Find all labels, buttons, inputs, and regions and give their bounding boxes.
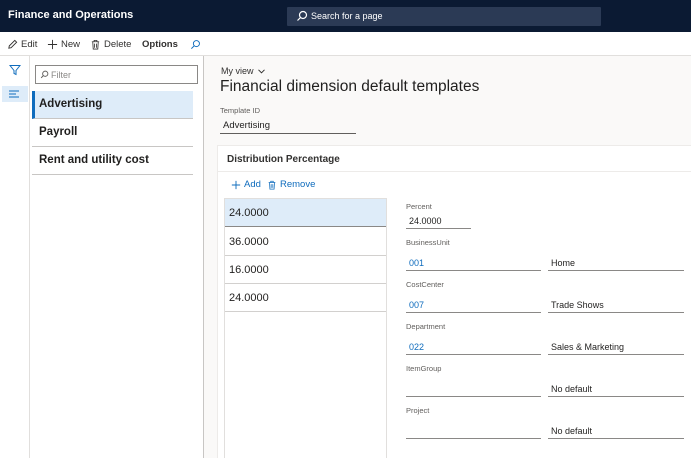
list-item-payroll[interactable]: Payroll	[32, 119, 193, 147]
trash-icon	[268, 180, 276, 190]
item-group-description: No default	[548, 381, 684, 397]
page-title: Financial dimension default templates	[220, 78, 480, 95]
business-unit-label: BusinessUnit	[406, 238, 450, 247]
percent-label: Percent	[406, 202, 432, 211]
detail-pane: My view Financial dimension default temp…	[204, 56, 691, 458]
grid-row[interactable]: 16.0000	[225, 256, 386, 284]
top-bar: Finance and Operations Search for a page	[0, 0, 691, 32]
list-pane: Filter Advertising Payroll Rent and util…	[30, 56, 204, 458]
item-group-label: ItemGroup	[406, 364, 442, 373]
department-field[interactable]: 022	[406, 339, 541, 355]
cost-center-description: Trade Shows	[548, 297, 684, 313]
department-label: Department	[406, 322, 446, 331]
my-view-dropdown[interactable]: My view	[221, 66, 265, 76]
business-unit-description: Home	[548, 255, 684, 271]
grid-row[interactable]: 24.0000	[225, 199, 386, 227]
cost-center-field[interactable]: 007	[406, 297, 541, 313]
delete-label: Delete	[104, 38, 132, 50]
edit-label: Edit	[21, 38, 38, 50]
list-icon	[9, 90, 19, 98]
search-icon	[191, 39, 200, 49]
add-label: Add	[244, 179, 261, 190]
filter-input[interactable]: Filter	[35, 65, 198, 84]
app-title[interactable]: Finance and Operations	[8, 9, 133, 21]
project-description: No default	[548, 423, 684, 439]
my-view-label: My view	[221, 66, 254, 76]
business-unit-field[interactable]: 001	[406, 255, 541, 271]
search-box[interactable]: Search for a page	[287, 7, 601, 26]
filter-icon[interactable]	[9, 64, 21, 76]
project-field[interactable]	[406, 423, 541, 439]
new-button[interactable]: New	[47, 37, 80, 51]
plus-icon	[231, 180, 241, 189]
trash-icon	[91, 39, 100, 49]
percent-field[interactable]: 24.0000	[406, 213, 471, 229]
action-search-button[interactable]	[190, 37, 201, 51]
pencil-icon	[8, 39, 18, 49]
options-label: Options	[142, 38, 178, 50]
remove-button[interactable]: Remove	[267, 179, 315, 190]
cost-center-label: CostCenter	[406, 280, 444, 289]
distribution-section: Distribution Percentage Add Remove 24.00…	[217, 145, 691, 458]
project-label: Project	[406, 406, 430, 415]
template-id-field[interactable]: Advertising	[220, 117, 356, 134]
grid-row[interactable]: 24.0000	[225, 284, 386, 312]
department-description: Sales & Marketing	[548, 339, 684, 355]
filter-placeholder: Filter	[51, 70, 71, 80]
section-divider	[218, 171, 691, 172]
section-title[interactable]: Distribution Percentage	[227, 154, 340, 165]
percent-grid: 24.0000 36.0000 16.0000 24.0000	[224, 198, 387, 458]
plus-icon	[47, 39, 58, 49]
template-id-label: Template ID	[220, 106, 261, 115]
options-button[interactable]: Options	[142, 37, 178, 51]
item-group-field[interactable]	[406, 381, 541, 397]
left-rail	[0, 56, 30, 458]
action-bar: Edit New Delete Options	[0, 32, 691, 56]
add-button[interactable]: Add	[231, 179, 261, 190]
grid-row[interactable]: 36.0000	[225, 228, 386, 256]
search-placeholder: Search for a page	[311, 11, 383, 21]
list-toggle-button[interactable]	[2, 86, 28, 102]
edit-button[interactable]: Edit	[7, 37, 37, 51]
remove-label: Remove	[280, 179, 316, 190]
list-item-rent-and-utility-cost[interactable]: Rent and utility cost	[32, 147, 193, 175]
chevron-down-icon	[258, 69, 265, 74]
search-icon	[40, 70, 49, 79]
list-item-advertising[interactable]: Advertising	[32, 91, 193, 119]
new-label: New	[61, 38, 81, 50]
delete-button[interactable]: Delete	[90, 37, 131, 51]
search-icon	[297, 10, 308, 21]
